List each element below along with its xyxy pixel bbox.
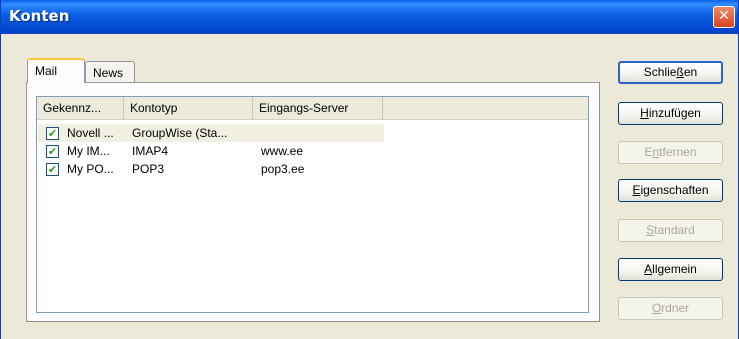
tab-news-label: News: [93, 66, 124, 80]
account-name: My IM...: [67, 144, 110, 158]
close-button-accel: ß: [676, 65, 684, 79]
tab-news[interactable]: News: [85, 61, 135, 83]
close-button-label-rest: en: [683, 65, 698, 79]
general-button[interactable]: Allgemein: [618, 258, 723, 281]
window-title: Konten: [9, 7, 70, 25]
account-enabled-checkbox[interactable]: ✔: [46, 163, 59, 176]
list-item[interactable]: ✔ My IM... IMAP4 www.ee: [38, 142, 589, 160]
list-header: Gekennz... Kontotyp Eingangs-Server: [37, 97, 588, 120]
list-item[interactable]: ✔ My PO... POP3 pop3.ee: [38, 160, 589, 178]
tab-mail-label: Mail: [35, 64, 58, 78]
account-enabled-checkbox[interactable]: ✔: [46, 127, 59, 140]
properties-button-label: igenschaften: [640, 183, 709, 197]
accounts-dialog: Konten ✕ Mail News Gekennz... Kontotyp E…: [0, 0, 739, 339]
account-name: My PO...: [67, 162, 114, 176]
remove-button[interactable]: Entfernen: [618, 141, 723, 164]
list-item[interactable]: ✔ Novell ... GroupWise (Sta...: [38, 124, 384, 142]
account-server: pop3.ee: [261, 162, 305, 176]
accounts-list[interactable]: Gekennz... Kontotyp Eingangs-Server ✔ No…: [36, 96, 589, 313]
column-header-server[interactable]: Eingangs-Server: [253, 97, 383, 119]
account-type: POP3: [132, 162, 165, 176]
account-enabled-checkbox[interactable]: ✔: [46, 145, 59, 158]
standard-button[interactable]: Standard: [618, 219, 723, 242]
general-button-label: llgemein: [652, 262, 697, 276]
title-bar[interactable]: Konten ✕: [1, 0, 738, 34]
close-button-label: Schlie: [643, 65, 677, 79]
remove-button-label-rest: tfernen: [659, 145, 697, 159]
close-button[interactable]: Schließen: [618, 61, 723, 84]
tab-mail[interactable]: Mail: [27, 58, 85, 83]
folder-button[interactable]: Ordner: [618, 297, 723, 320]
account-name: Novell ...: [67, 126, 114, 140]
account-type: GroupWise (Sta...: [132, 126, 228, 140]
close-icon[interactable]: ✕: [713, 6, 735, 28]
general-button-accel: A: [644, 262, 653, 276]
add-button-accel: H: [640, 106, 649, 120]
folder-button-label: rdner: [661, 301, 690, 315]
properties-button[interactable]: Eigenschaften: [618, 179, 723, 202]
standard-button-label: tandard: [654, 223, 695, 237]
column-header-type[interactable]: Kontotyp: [124, 97, 253, 119]
add-button[interactable]: Hinzufügen: [618, 102, 723, 125]
add-button-label: inzufügen: [648, 106, 701, 120]
folder-button-accel: O: [651, 301, 662, 315]
column-header-name[interactable]: Gekennz...: [37, 97, 124, 119]
standard-button-accel: S: [646, 223, 655, 237]
account-type: IMAP4: [132, 144, 169, 158]
account-server: www.ee: [261, 144, 304, 158]
